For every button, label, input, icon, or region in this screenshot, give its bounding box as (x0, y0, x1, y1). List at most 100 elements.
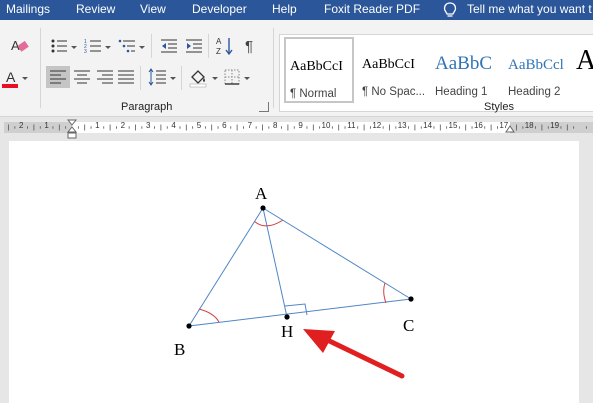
sort-icon[interactable]: A Z (216, 36, 234, 56)
justify-icon[interactable] (118, 70, 134, 84)
side-bc (188, 298, 412, 327)
font-color-icon[interactable]: A (2, 68, 24, 90)
style-name: Heading 1 (435, 86, 488, 98)
tab-view[interactable]: View (140, 2, 166, 16)
ruler-number: 5 (196, 121, 202, 130)
chevron-down-icon[interactable] (71, 46, 77, 49)
ruler-number: 13 (397, 121, 407, 130)
label-h: H (281, 322, 293, 341)
align-left-icon[interactable] (50, 70, 66, 84)
style-sample: AaBbCcI (362, 57, 415, 72)
decrease-indent-icon[interactable] (160, 38, 178, 54)
separator (140, 66, 141, 90)
ruler-number: 18 (524, 121, 534, 130)
svg-text:Z: Z (216, 47, 221, 56)
style-name: Heading 2 (508, 86, 561, 98)
svg-text:3: 3 (84, 49, 87, 54)
tab-help[interactable]: Help (272, 2, 297, 16)
show-paragraph-marks-icon[interactable]: ¶ (243, 36, 259, 56)
separator (151, 34, 152, 58)
chevron-down-icon[interactable] (22, 77, 28, 80)
red-arrow-icon (303, 329, 405, 379)
ruler-number: 10 (321, 121, 331, 130)
ribbon-tab-bar: Mailings Review View Developer Help Foxi… (0, 0, 593, 20)
style-title[interactable]: A (572, 37, 593, 103)
svg-text:A: A (216, 37, 222, 46)
horizontal-ruler[interactable]: 2 1 1 2 3 4 5 6 7 8 9 10 11 12 13 14 15 16 17 18 19 (0, 117, 593, 139)
side-ac (262, 207, 412, 300)
separator (208, 34, 209, 58)
vertex-b-point (186, 323, 192, 329)
line-spacing-icon[interactable] (148, 68, 166, 86)
group-separator (40, 28, 41, 108)
chevron-down-icon[interactable] (170, 77, 176, 80)
ruler-number: 19 (550, 121, 560, 130)
ruler-number: 2 (18, 121, 24, 130)
increase-indent-icon[interactable] (185, 38, 203, 54)
document-page[interactable]: A B C H (9, 141, 579, 403)
style-name: ¶ Normal (290, 88, 337, 100)
style-sample: AaBbCcI (290, 59, 343, 74)
tell-me-search[interactable]: Tell me what you want t (467, 2, 592, 16)
style-heading-1[interactable]: AaBbC Heading 1 (431, 37, 501, 103)
clear-formatting-icon[interactable]: A (10, 38, 30, 54)
ruler-number: 1 (95, 121, 100, 130)
label-a: A (255, 184, 268, 203)
chevron-down-icon[interactable] (105, 46, 111, 49)
ruler-number: 2 (120, 121, 126, 130)
triangle-diagram: A B C H (174, 184, 414, 379)
tab-foxit-reader-pdf[interactable]: Foxit Reader PDF (324, 2, 420, 16)
ruler-number: 15 (448, 121, 458, 130)
ruler-number: 14 (423, 121, 433, 130)
ruler-number: 16 (473, 121, 483, 130)
ruler-number: 11 (347, 121, 356, 130)
ruler-number: 1 (44, 121, 49, 130)
indent-marker-icon[interactable] (67, 119, 77, 139)
group-separator (273, 28, 274, 108)
style-no-spacing[interactable]: AaBbCcI ¶ No Spac... (358, 37, 428, 103)
align-center-icon[interactable] (74, 70, 90, 84)
ruler-number: 6 (222, 121, 227, 130)
shading-icon[interactable] (188, 68, 208, 88)
style-sample: A (576, 45, 593, 76)
separator (181, 66, 182, 90)
foot-h-point (284, 314, 290, 320)
ruler-number: 3 (145, 121, 151, 130)
right-indent-marker-icon[interactable] (505, 125, 515, 133)
multilevel-list-icon[interactable] (118, 38, 136, 54)
label-b: B (174, 340, 185, 359)
angle-arc-b (198, 308, 220, 323)
paragraph-dialog-launcher-icon[interactable] (259, 102, 269, 112)
lightbulb-icon[interactable] (440, 1, 460, 19)
style-normal[interactable]: AaBbCcI ¶ Normal (284, 37, 354, 103)
chevron-down-icon[interactable] (244, 77, 250, 80)
vertex-c-point (408, 296, 414, 302)
borders-icon[interactable] (224, 69, 240, 85)
label-c: C (403, 316, 414, 335)
ruler-number: 12 (372, 121, 382, 130)
align-right-icon[interactable] (97, 70, 113, 84)
numbering-icon[interactable]: 123 (84, 38, 102, 54)
paragraph-group-label: Paragraph (121, 101, 173, 113)
tab-mailings[interactable]: Mailings (6, 2, 50, 16)
chevron-down-icon[interactable] (139, 46, 145, 49)
svg-text:¶: ¶ (245, 38, 253, 55)
style-sample: AaBbCcl (508, 57, 564, 73)
ruler-number: 8 (272, 121, 278, 130)
tab-developer[interactable]: Developer (192, 2, 247, 16)
side-ab (188, 207, 264, 327)
ruler-number: 4 (171, 121, 176, 130)
styles-gallery: AaBbCcI ¶ Normal AaBbCcI ¶ No Spac... Aa… (279, 34, 593, 112)
vertex-a-point (260, 205, 266, 211)
svg-text:A: A (6, 69, 16, 85)
bullets-icon[interactable] (50, 38, 68, 54)
chevron-down-icon[interactable] (212, 77, 218, 80)
styles-group-label: Styles (484, 101, 514, 113)
ruler-number: 9 (298, 121, 303, 130)
angle-arc-c (383, 282, 387, 304)
style-heading-2[interactable]: AaBbCcl Heading 2 (504, 37, 574, 103)
style-name: ¶ No Spac... (362, 86, 426, 98)
ruler-number: 7 (247, 121, 253, 130)
angle-arc-a (254, 219, 284, 227)
tab-review[interactable]: Review (76, 2, 115, 16)
